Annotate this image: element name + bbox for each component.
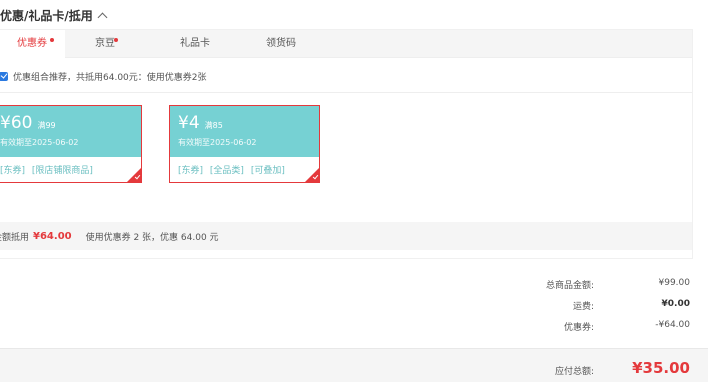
coupon-validity: 有效期至2025-06-02 — [0, 138, 79, 147]
summary-detail: 使用优惠券 2 张，优惠 64.00 元 — [85, 232, 219, 243]
tab-jingdou-dot — [114, 38, 118, 42]
total-label: 优惠券: — [563, 323, 594, 333]
tab-coupons[interactable]: 优惠券 — [0, 30, 65, 59]
chevron-up-icon[interactable] — [97, 12, 108, 22]
coupon-tags: [东券] [全品类] [可叠加] — [170, 157, 319, 176]
tab-pickup-code[interactable]: 领货码 — [241, 30, 321, 58]
recommend-row: 优惠组合推荐，共抵用64.00元：使用优惠券2张 — [0, 68, 207, 84]
coupon-amount: ¥4 — [178, 113, 200, 133]
tab-gift-card-label: 礼品卡 — [180, 38, 210, 49]
tab-jingdou[interactable]: 京豆 — [65, 30, 145, 58]
coupon-panel: 优惠券 京豆 礼品卡 领货码 优惠组合推荐，共抵用64.00元：使用优惠券2张 … — [0, 29, 693, 259]
coupon-tag: [可叠加] — [250, 166, 285, 176]
summary-amount: ¥64.00 — [33, 230, 72, 242]
total-row-shipping: 运费: ¥0.00 — [0, 299, 708, 315]
coupon-tag: [限店铺限商品] — [31, 166, 93, 176]
section-title[interactable]: 优惠/礼品卡/抵用 — [0, 6, 108, 24]
coupon-validity: 有效期至2025-06-02 — [178, 138, 257, 147]
divider — [0, 92, 692, 93]
total-label: 运费: — [572, 302, 594, 312]
payable-label: 应付总额: — [554, 367, 594, 377]
coupon-card-top: ¥60 满99 有效期至2025-06-02 — [0, 106, 141, 157]
coupon-tag: [东券] — [0, 166, 26, 176]
payable-bar: 应付总额: ¥35.00 — [0, 348, 708, 382]
coupon-tags: [东券] [限店铺限商品] — [0, 157, 141, 176]
total-value: ¥0.00 — [661, 299, 690, 309]
coupon-threshold: 满99 — [37, 121, 56, 130]
tab-gift-card[interactable]: 礼品卡 — [155, 30, 235, 58]
payable-value: ¥35.00 — [632, 359, 690, 377]
coupon-card-top: ¥4 满85 有效期至2025-06-02 — [170, 106, 319, 157]
tab-bar: 优惠券 京豆 礼品卡 领货码 — [0, 30, 692, 59]
summary-label: 金额抵用 — [0, 232, 30, 243]
coupon-card-4[interactable]: ¥4 满85 有效期至2025-06-02 [东券] [全品类] [可叠加] — [169, 105, 320, 183]
recommend-text: 优惠组合推荐，共抵用64.00元：使用优惠券2张 — [13, 72, 207, 83]
recommend-checkbox[interactable] — [0, 71, 8, 81]
coupon-amount: ¥60 — [0, 113, 33, 133]
coupon-threshold: 满85 — [204, 121, 223, 130]
total-value: -¥64.00 — [655, 320, 690, 330]
discount-summary: 金额抵用 ¥64.00 使用优惠券 2 张，优惠 64.00 元 — [0, 222, 692, 250]
total-value: ¥99.00 — [658, 278, 691, 288]
tab-coupons-dot — [50, 38, 54, 42]
total-row-coupon: 优惠券: -¥64.00 — [0, 320, 708, 336]
coupon-card-60[interactable]: ¥60 满99 有效期至2025-06-02 [东券] [限店铺限商品] — [0, 105, 142, 183]
coupon-tag: [东券] — [178, 166, 204, 176]
tab-pickup-code-label: 领货码 — [266, 38, 296, 49]
total-row-goods: 总商品金额: ¥99.00 — [0, 278, 708, 294]
coupon-tag: [全品类] — [209, 166, 244, 176]
section-title-text: 优惠/礼品卡/抵用 — [0, 8, 93, 23]
tab-jingdou-label: 京豆 — [95, 38, 115, 49]
total-label: 总商品金额: — [545, 281, 594, 291]
tab-coupons-label: 优惠券 — [17, 38, 47, 49]
